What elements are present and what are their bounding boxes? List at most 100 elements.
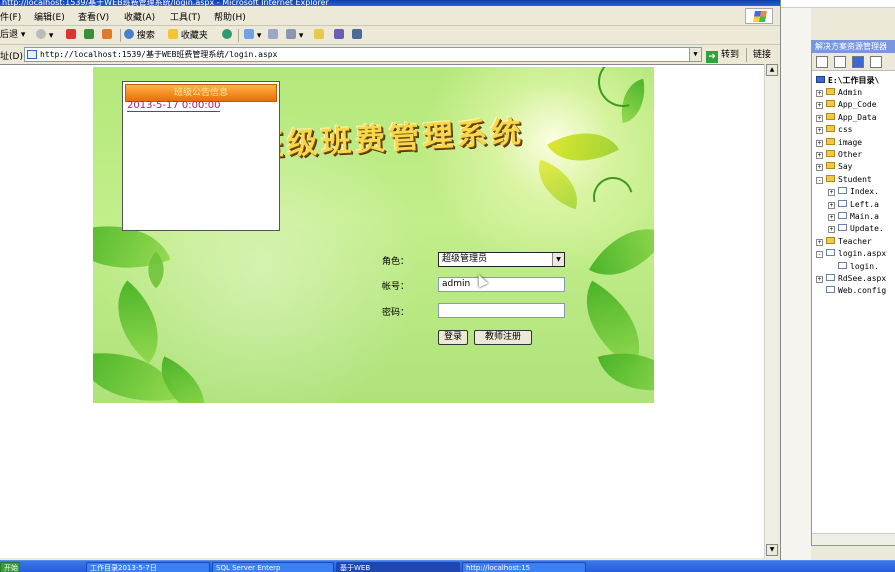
file-icon [838, 199, 847, 207]
tree-item[interactable]: - Student [816, 174, 872, 186]
password-input[interactable] [438, 303, 565, 318]
tree-item[interactable]: - login.aspx [816, 248, 886, 260]
menu-tools[interactable]: 工具(T) [170, 10, 201, 23]
scroll-up-icon[interactable]: ▲ [766, 64, 778, 76]
tree-expander-icon[interactable]: + [816, 114, 823, 122]
edit-button[interactable] [314, 29, 324, 42]
tree-expander-icon[interactable]: + [816, 152, 823, 159]
tree-expander-icon[interactable]: - [816, 251, 823, 259]
tree-item[interactable]: + RdSee.aspx [816, 273, 886, 285]
tree-expander-icon[interactable]: + [816, 164, 823, 172]
account-input[interactable]: admin [438, 277, 565, 292]
home-button[interactable] [102, 29, 112, 42]
menu-view[interactable]: 查看(V) [78, 10, 109, 23]
notice-link[interactable]: 2013-5-17 0:00:00 [127, 100, 221, 112]
tree-item[interactable]: + App_Data [816, 112, 877, 124]
tree-expander-icon[interactable]: + [828, 214, 835, 221]
horizontal-scrollbar[interactable] [812, 533, 895, 545]
tree-root[interactable]: E:\工作目录\ [816, 75, 879, 87]
properties-icon[interactable] [816, 56, 828, 68]
scroll-down-icon[interactable]: ▼ [766, 544, 778, 556]
tree-expander-icon[interactable]: + [816, 127, 823, 135]
search-button[interactable]: 搜索 [124, 29, 155, 42]
go-button[interactable]: ➜ 转到 [706, 48, 740, 63]
login-button[interactable]: 登录 [438, 330, 468, 345]
start-button[interactable]: 开始 [0, 562, 20, 572]
print-button[interactable]: ▾ [286, 29, 303, 42]
role-select[interactable]: 超级管理员 ▼ [438, 252, 565, 267]
folder-icon [826, 174, 835, 182]
folder-icon [826, 236, 835, 244]
windows-logo-icon [745, 8, 773, 24]
tree-item-label: Index. [850, 187, 879, 197]
tree-expander-icon[interactable]: + [816, 102, 823, 110]
notice-panel: 班级公告信息 2013-5-17 0:00:00 [122, 81, 280, 231]
stop-button[interactable] [66, 29, 76, 42]
forward-button[interactable]: ▾ [36, 29, 53, 42]
links-button[interactable]: 链接 [746, 48, 778, 62]
vs-top-strip [781, 0, 895, 8]
tree-expander-icon[interactable]: + [816, 238, 823, 246]
menu-help[interactable]: 帮助(H) [214, 10, 246, 23]
refresh-icon[interactable] [834, 56, 846, 68]
tree-expander-icon[interactable]: + [828, 201, 835, 209]
menu-file[interactable]: 件(F) [0, 10, 21, 23]
taskbar-task[interactable]: SQL Server Enterp [212, 562, 334, 572]
history-button[interactable]: ▾ [244, 29, 261, 42]
tree-expander-icon[interactable]: + [816, 139, 823, 147]
tree-item[interactable]: + Update. [828, 223, 884, 235]
folder-icon [826, 162, 835, 170]
tree-item-label: Admin [838, 88, 863, 97]
tree-item[interactable]: + Index. [828, 186, 879, 198]
tree-expander-icon[interactable]: + [816, 276, 823, 283]
tree-expander-icon[interactable]: + [828, 189, 835, 197]
tree-item[interactable]: + Admin [816, 87, 862, 99]
tree-item[interactable]: + Other [816, 149, 862, 161]
tree-expander-icon[interactable]: + [828, 226, 835, 234]
tree-item[interactable]: + image [816, 137, 862, 149]
taskbar-task[interactable]: 工作目录2013-5-7日 [86, 562, 210, 572]
tree-item-label: login. [850, 261, 879, 271]
mail-button[interactable] [268, 29, 278, 42]
show-all-files-icon[interactable] [852, 56, 864, 68]
refresh-button[interactable] [84, 29, 94, 42]
back-button[interactable]: 后退 ▾ [0, 29, 25, 42]
tree-item[interactable]: Web.config [816, 285, 886, 297]
file-icon [838, 187, 847, 195]
tree-item[interactable]: + css [816, 124, 852, 136]
password-label: 密码： [382, 308, 410, 318]
discuss-icon [334, 29, 344, 39]
page-icon [27, 50, 37, 59]
solution-explorer-toolbar [812, 53, 895, 71]
discuss-button[interactable] [334, 29, 344, 42]
chevron-down-icon[interactable]: ▼ [552, 253, 564, 266]
tree-item[interactable]: + Main.a [828, 211, 879, 223]
leaf-decoration [588, 209, 654, 295]
tree-item[interactable]: + Say [816, 161, 852, 173]
teacher-register-button[interactable]: 教师注册 [474, 330, 532, 345]
tree-expander-icon[interactable]: + [816, 90, 823, 97]
chevron-down-icon[interactable]: ▼ [689, 48, 701, 61]
tree-expander-icon[interactable]: - [816, 176, 823, 184]
menu-edit[interactable]: 编辑(E) [34, 10, 65, 23]
tree-item[interactable]: + Left.a [828, 199, 879, 211]
tree-item[interactable]: + App_Code [816, 99, 877, 111]
taskbar-task-active[interactable]: 基于WEB [336, 562, 460, 572]
favorites-button[interactable]: 收藏夹 [168, 29, 208, 42]
folder-icon [826, 137, 835, 145]
research-button[interactable] [352, 29, 362, 42]
menu-bar: 件(F) 编辑(E) 查看(V) 收藏(A) 工具(T) 帮助(H) [0, 6, 780, 26]
solution-explorer: 解决方案资源管理器 E:\工作目录\ + Admin + App_Code + App_D… [811, 40, 895, 546]
role-label: 角色： [382, 257, 410, 267]
view-code-icon[interactable] [870, 56, 882, 68]
taskbar-task[interactable]: http://localhost:15 [462, 562, 586, 572]
vertical-scrollbar[interactable]: ▲ ▼ [764, 64, 778, 558]
address-input[interactable]: http://localhost:1539/基于WEB班费管理系统/login.… [24, 47, 702, 62]
menu-favorites[interactable]: 收藏(A) [124, 10, 155, 23]
go-label: 转到 [721, 50, 740, 60]
tree-item[interactable]: login. [828, 261, 879, 273]
ie-window: http://localhost:1539/基于WEB班费管理系统/login.… [0, 0, 780, 560]
media-button[interactable] [222, 29, 232, 42]
folder-icon [314, 29, 324, 39]
tree-item[interactable]: + Teacher [816, 236, 872, 248]
